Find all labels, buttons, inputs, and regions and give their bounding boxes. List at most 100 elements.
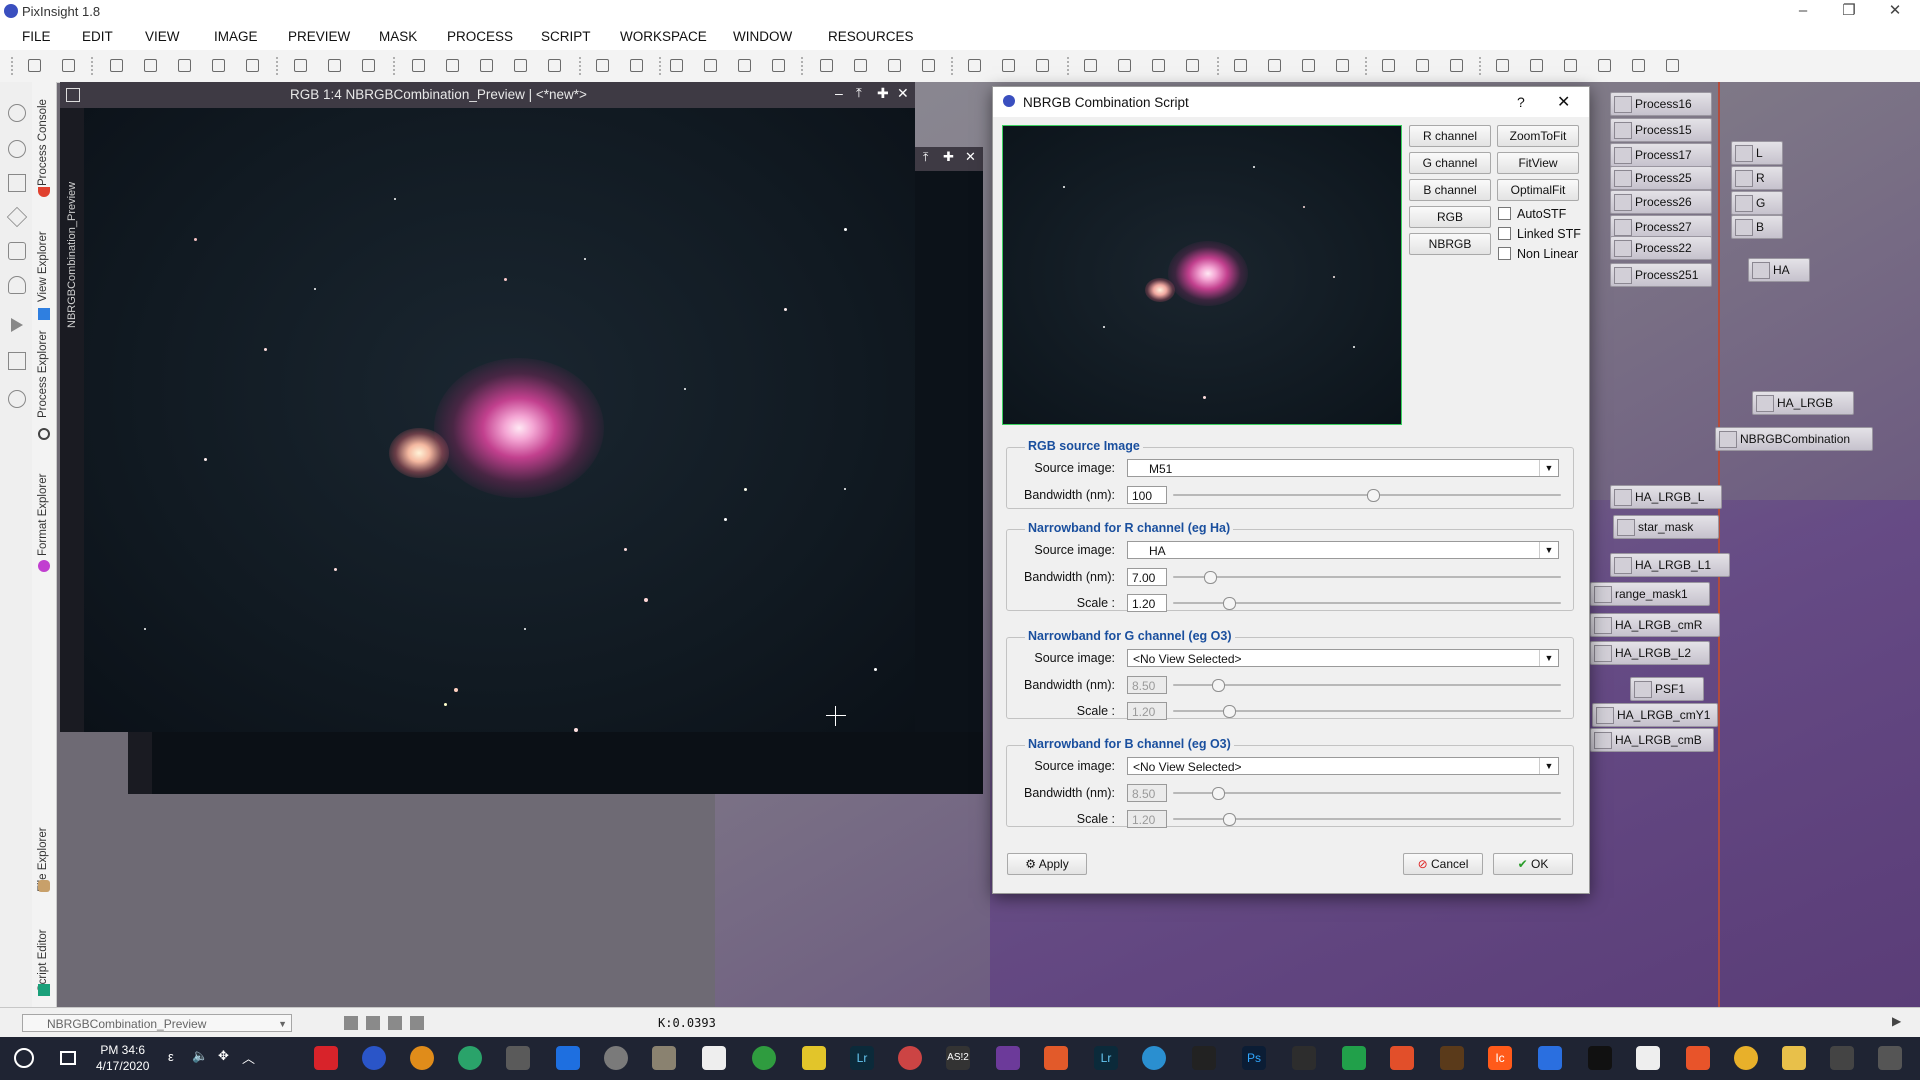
process-icon-4[interactable] bbox=[770, 57, 786, 73]
process-icon-1[interactable] bbox=[668, 57, 684, 73]
mask-mode-icon[interactable] bbox=[344, 1016, 358, 1030]
process-icon[interactable]: Process16 bbox=[1610, 92, 1712, 116]
g-channel-button[interactable]: G channel bbox=[1409, 152, 1491, 174]
r-channel-button[interactable]: R channel bbox=[1409, 125, 1491, 147]
app-icon-blender[interactable] bbox=[410, 1046, 434, 1070]
notification-icon[interactable] bbox=[60, 1051, 76, 1065]
app-icon-folder[interactable] bbox=[652, 1046, 676, 1070]
close-window-icon[interactable]: ✕ bbox=[1872, 0, 1918, 24]
g-scale-slider[interactable] bbox=[1173, 705, 1561, 718]
gear-icon[interactable] bbox=[8, 104, 26, 122]
close-icon[interactable]: ✕ bbox=[965, 149, 976, 165]
preview-image[interactable] bbox=[1002, 125, 1402, 425]
shade-icon[interactable]: ⤒ bbox=[923, 150, 928, 165]
tab-process-console[interactable]: Process Console bbox=[32, 82, 56, 202]
workspace-icon[interactable]: PSF1 bbox=[1630, 677, 1704, 701]
select-icon[interactable] bbox=[1034, 57, 1050, 73]
astro-image[interactable] bbox=[84, 108, 915, 732]
channel-icon-b[interactable]: B bbox=[1731, 215, 1783, 239]
b-scale-input[interactable]: 1.20 bbox=[1127, 810, 1167, 828]
maximize-icon[interactable]: ✚ bbox=[877, 85, 889, 102]
menu-window[interactable]: WINDOW bbox=[733, 29, 792, 44]
database-icon[interactable] bbox=[8, 276, 26, 294]
app-icon-taskview[interactable] bbox=[1830, 1046, 1854, 1070]
duplicate-icon[interactable] bbox=[444, 57, 460, 73]
view-selector[interactable]: NBRGBCombination_Preview ▼ bbox=[22, 1014, 292, 1032]
app-icon-terminal[interactable] bbox=[1292, 1046, 1316, 1070]
flip-icon[interactable] bbox=[142, 57, 158, 73]
b-scale-slider[interactable] bbox=[1173, 813, 1561, 826]
zoom-to-fit-button[interactable]: ZoomToFit bbox=[1497, 125, 1579, 147]
menu-view[interactable]: VIEW bbox=[145, 29, 180, 44]
app-icon-backyard[interactable] bbox=[1588, 1046, 1612, 1070]
app-icon-green[interactable] bbox=[458, 1046, 482, 1070]
channel-icon-l[interactable]: L bbox=[1731, 141, 1783, 165]
workspace-icon[interactable]: HA_LRGB_L2 bbox=[1590, 641, 1710, 665]
app-icon-pixinsight[interactable] bbox=[752, 1046, 776, 1070]
app-icon-ic[interactable]: Ic bbox=[1488, 1046, 1512, 1070]
workspace-icon[interactable]: HA_LRGB_L bbox=[1610, 485, 1722, 509]
workspace-icon[interactable]: range_mask1 bbox=[1590, 582, 1710, 606]
app-icon-desktop[interactable] bbox=[1878, 1046, 1902, 1070]
menu-image[interactable]: IMAGE bbox=[214, 29, 258, 44]
workspace-icon[interactable]: star_mask bbox=[1613, 515, 1719, 539]
workspace-icon[interactable]: HA_LRGB_cmY1 bbox=[1592, 703, 1718, 727]
b-bandwidth-slider[interactable] bbox=[1173, 787, 1561, 800]
app-icon-gray[interactable] bbox=[604, 1046, 628, 1070]
image-window-tertiary[interactable] bbox=[128, 732, 983, 794]
menu-resources[interactable]: RESOURCES bbox=[828, 29, 914, 44]
app-icon-firefox[interactable] bbox=[362, 1046, 386, 1070]
window-menu-icon[interactable] bbox=[66, 88, 80, 102]
channel-icon[interactable] bbox=[1232, 57, 1248, 73]
channel-icon-r[interactable]: R bbox=[1731, 166, 1783, 190]
target-icon[interactable] bbox=[8, 390, 26, 408]
fullscreen-icon[interactable] bbox=[1664, 57, 1680, 73]
play-icon[interactable]: ▶ bbox=[1892, 1014, 1901, 1028]
app-icon-lightroom-classic[interactable]: Lr bbox=[1094, 1046, 1118, 1070]
autostf-checkbox[interactable]: AutoSTF bbox=[1498, 207, 1566, 221]
readout-icon[interactable] bbox=[966, 57, 982, 73]
image-window-secondary[interactable]: ⤒ ✚ ✕ bbox=[915, 147, 983, 794]
menu-script[interactable]: SCRIPT bbox=[541, 29, 591, 44]
app-icon-tool[interactable] bbox=[506, 1046, 530, 1070]
process-icon[interactable]: Process15 bbox=[1610, 118, 1712, 142]
g-scale-input[interactable]: 1.20 bbox=[1127, 702, 1167, 720]
image-window-side-tab[interactable]: NBRGBCombination_Preview bbox=[60, 108, 84, 732]
app-icon-stellarium[interactable] bbox=[996, 1046, 1020, 1070]
view-icon[interactable] bbox=[478, 57, 494, 73]
menu-preview[interactable]: PREVIEW bbox=[288, 29, 350, 44]
help-button[interactable]: ? bbox=[1517, 94, 1525, 110]
process-icon[interactable]: Process26 bbox=[1610, 190, 1712, 214]
g-bandwidth-input[interactable]: 8.50 bbox=[1127, 676, 1167, 694]
zoom-icon[interactable] bbox=[292, 57, 308, 73]
mirror-h-icon[interactable] bbox=[210, 57, 226, 73]
tab-format-explorer[interactable]: Format Explorer bbox=[32, 462, 56, 562]
app-icon-photoshop[interactable]: Ps bbox=[1242, 1046, 1266, 1070]
app-icon-dropbox[interactable] bbox=[556, 1046, 580, 1070]
close-icon[interactable]: ✕ bbox=[1557, 92, 1570, 112]
menu-process[interactable]: PROCESS bbox=[447, 29, 513, 44]
clock[interactable]: PM 34:6 4/17/2020 bbox=[96, 1042, 149, 1074]
cascade-icon[interactable] bbox=[1630, 57, 1646, 73]
mask-icon[interactable] bbox=[546, 57, 562, 73]
app-icon-brown[interactable] bbox=[1440, 1046, 1464, 1070]
stf-icon[interactable] bbox=[1082, 57, 1098, 73]
channel-g-icon[interactable] bbox=[1300, 57, 1316, 73]
app-icon-notepad[interactable] bbox=[702, 1046, 726, 1070]
cube-icon[interactable] bbox=[8, 242, 26, 260]
linked-stf-checkbox[interactable]: Linked STF bbox=[1498, 227, 1581, 241]
image-window[interactable]: RGB 1:4 NBRGBCombination_Preview | <*new… bbox=[60, 82, 915, 732]
export-icon[interactable] bbox=[410, 57, 426, 73]
rgb-button[interactable]: RGB bbox=[1409, 206, 1491, 228]
new-image-icon[interactable] bbox=[26, 57, 42, 73]
app-icon-chrome[interactable] bbox=[1734, 1046, 1758, 1070]
app-icon-red[interactable] bbox=[314, 1046, 338, 1070]
b-channel-button[interactable]: B channel bbox=[1409, 179, 1491, 201]
workspace-icon[interactable]: HA_LRGB_cmR bbox=[1590, 613, 1720, 637]
dropbox-icon[interactable]: ✥ bbox=[218, 1048, 229, 1064]
mask-show-icon[interactable] bbox=[1380, 57, 1396, 73]
tab-view-explorer[interactable]: View Explorer bbox=[32, 202, 56, 312]
start-icon[interactable] bbox=[12, 1046, 36, 1070]
workspace-icon[interactable]: HA_LRGB bbox=[1752, 391, 1854, 415]
zoom-fit-icon[interactable] bbox=[886, 57, 902, 73]
